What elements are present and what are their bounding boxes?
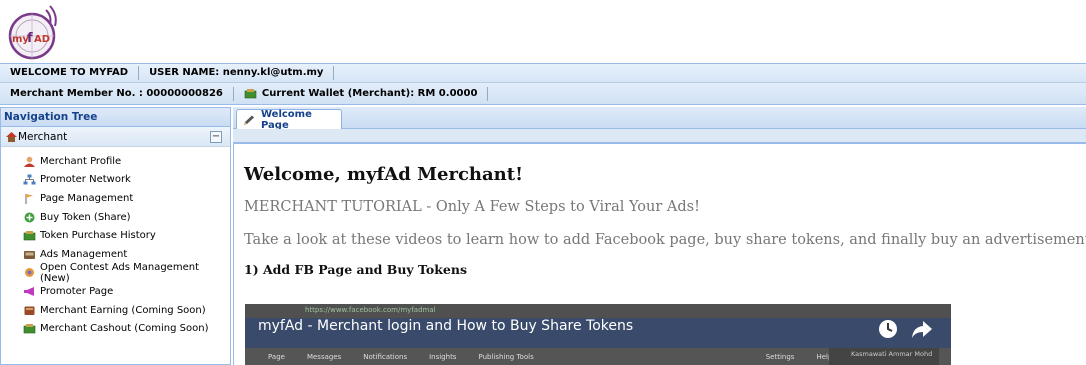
merchant-section-header[interactable]: Merchant − [1,127,230,147]
wallet-info: Current Wallet (Merchant): RM 0.0000 [234,86,489,101]
welcome-content: Welcome, myfAd Merchant! MERCHANT TUTORI… [233,143,1086,365]
welcome-bar: WELCOME TO MYFAD USER NAME: nenny.kl@utm… [0,63,1086,83]
merchant-info-bar: Merchant Member No. : 00000000826 Curren… [0,83,1086,105]
welcome-text: WELCOME TO MYFAD [0,66,140,80]
earning-icon [24,306,35,315]
add-circle-icon [24,212,35,223]
myfad-logo: my f AD [8,5,57,60]
nav-item-label: Open Contest Ads Management (New) [40,261,199,284]
nav-item-label: Ads Management [40,248,128,260]
nav-item-page-management[interactable]: Page Management [23,189,230,208]
nav-item-merchant-cashout[interactable]: Merchant Cashout (Coming Soon) [23,319,230,338]
merchant-section-label: Merchant [18,130,68,143]
nav-item-label: Merchant Earning (Coming Soon) [40,304,206,316]
nav-item-label: Merchant Profile [40,155,122,167]
money-icon [23,231,36,241]
nav-item-label: Promoter Page [40,285,114,297]
nav-list: Merchant Profile Promoter Network Page M… [1,147,230,338]
video-player[interactable]: https://www.facebook.com/myfadmal Page M… [245,304,951,365]
nav-item-label: Promoter Network [40,174,131,186]
tab-label: Welcome Page [261,109,312,131]
nav-item-promoter-page[interactable]: Promoter Page [23,282,230,301]
page-title: Welcome, myfAd Merchant! [244,164,523,185]
video-url: https://www.facebook.com/myfadmal [305,306,436,314]
username-text: USER NAME: nenny.kl@utm.my [139,66,335,80]
megaphone-icon [24,286,34,296]
merchant-icon [6,132,17,142]
step-heading: 1) Add FB Page and Buy Tokens [244,262,467,277]
svg-text:f: f [27,31,33,46]
nav-item-merchant-profile[interactable]: Merchant Profile [23,152,230,171]
wallet-icon [244,89,257,99]
tutorial-heading: MERCHANT TUTORIAL - Only A Few Steps to … [244,199,700,215]
cashout-icon [23,324,36,334]
ads-icon [24,250,35,259]
navigation-title: Navigation Tree [1,108,230,127]
logo-area: my f AD [0,0,1086,62]
watch-later-icon[interactable] [877,318,899,340]
tab-welcome-page[interactable]: Welcome Page [236,109,342,131]
wallet-text: Current Wallet (Merchant): RM 0.0000 [261,87,478,99]
nav-item-ads-management[interactable]: Ads Management [23,245,230,264]
video-fb-settings: Settings [765,353,795,361]
nav-item-label: Merchant Cashout (Coming Soon) [40,323,209,335]
contest-icon [25,268,34,278]
video-profile-card: Kasmawati Ammar Mohd [829,348,939,365]
nav-item-token-purchase-history[interactable]: Token Purchase History [23,226,230,245]
nav-item-label: Page Management [40,192,134,204]
video-fb-tab: Publishing Tools [478,353,534,361]
pencil-icon [244,115,254,125]
navigation-panel: Navigation Tree Merchant − Merchant Prof… [0,107,231,365]
video-fb-tab: Page [268,353,285,361]
member-number: Merchant Member No. : 00000000826 [0,86,234,101]
share-icon[interactable] [911,318,933,340]
user-icon [24,156,35,167]
svg-text:AD: AD [34,34,50,45]
network-icon [23,174,36,185]
intro-text: Take a look at these videos to learn how… [244,232,1086,248]
nav-item-promoter-network[interactable]: Promoter Network [23,171,230,190]
video-fb-tab: Insights [429,353,457,361]
tab-toolbar [233,129,1086,143]
flag-icon [25,193,33,204]
nav-item-label: Buy Token (Share) [40,211,131,223]
video-fb-tab: Messages [306,353,342,361]
video-title[interactable]: myfAd - Merchant login and How to Buy Sh… [258,318,633,334]
tab-strip: Welcome Page [233,107,1086,131]
video-fb-tab: Notifications [363,353,408,361]
nav-item-merchant-earning[interactable]: Merchant Earning (Coming Soon) [23,301,230,320]
nav-item-open-contest[interactable]: Open Contest Ads Management (New) [23,261,230,284]
video-browser-bar: https://www.facebook.com/myfadmal [245,304,951,318]
nav-item-buy-token[interactable]: Buy Token (Share) [23,208,230,227]
nav-item-label: Token Purchase History [40,230,156,242]
collapse-button[interactable]: − [210,131,222,143]
video-controls [877,318,933,340]
